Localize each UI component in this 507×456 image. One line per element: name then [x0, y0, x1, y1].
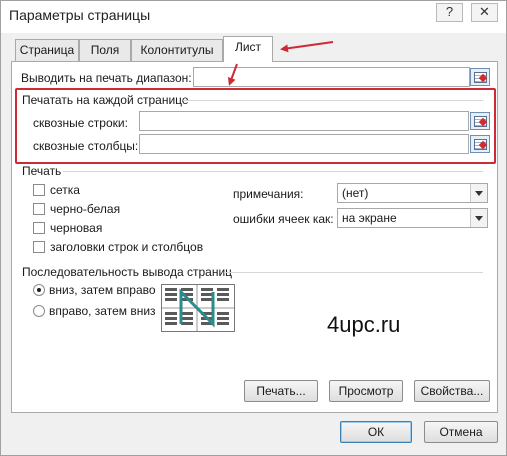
page-order-group-label: Последовательность вывода страниц: [22, 265, 233, 279]
watermark-text: 4upc.ru: [327, 312, 401, 337]
options-button[interactable]: Свойства...: [414, 380, 490, 402]
draft-quality-label: черновая: [50, 221, 103, 235]
print-group-label: Печать: [22, 164, 62, 178]
arrow-icon: [280, 41, 334, 53]
black-white-label: черно-белая: [50, 202, 121, 216]
arrow-icon: [227, 63, 238, 86]
over-then-down-label: вправо, затем вниз: [49, 304, 156, 318]
chevron-down-icon: [470, 209, 487, 227]
cell-errors-label: ошибки ячеек как:: [233, 212, 334, 226]
down-then-over-label: вниз, затем вправо: [49, 283, 156, 297]
cell-errors-value: на экране: [342, 211, 397, 225]
group-divider: [224, 272, 483, 273]
black-white-checkbox[interactable]: [33, 203, 45, 215]
down-then-over-radio[interactable]: [33, 284, 45, 296]
cancel-button[interactable]: Отмена: [424, 421, 498, 443]
ok-button[interactable]: ОК: [340, 421, 412, 443]
comments-select[interactable]: (нет): [337, 183, 488, 203]
gridlines-label: сетка: [50, 183, 80, 197]
tab-sheet[interactable]: Лист: [223, 36, 273, 62]
chevron-down-icon: [470, 184, 487, 202]
group-divider: [63, 171, 483, 172]
cell-errors-select[interactable]: на экране: [337, 208, 488, 228]
comments-label: примечания:: [233, 187, 304, 201]
row-col-headings-checkbox[interactable]: [33, 241, 45, 253]
page-order-preview-icon: [161, 284, 235, 332]
gridlines-checkbox[interactable]: [33, 184, 45, 196]
row-col-headings-label: заголовки строк и столбцов: [50, 240, 204, 254]
over-then-down-radio[interactable]: [33, 305, 45, 317]
comments-value: (нет): [342, 186, 369, 200]
draft-quality-checkbox[interactable]: [33, 222, 45, 234]
print-preview-button[interactable]: Просмотр: [329, 380, 403, 402]
print-button[interactable]: Печать...: [244, 380, 318, 402]
page-setup-dialog: Параметры страницы ? ✕ Страница Поля Кол…: [0, 0, 507, 456]
